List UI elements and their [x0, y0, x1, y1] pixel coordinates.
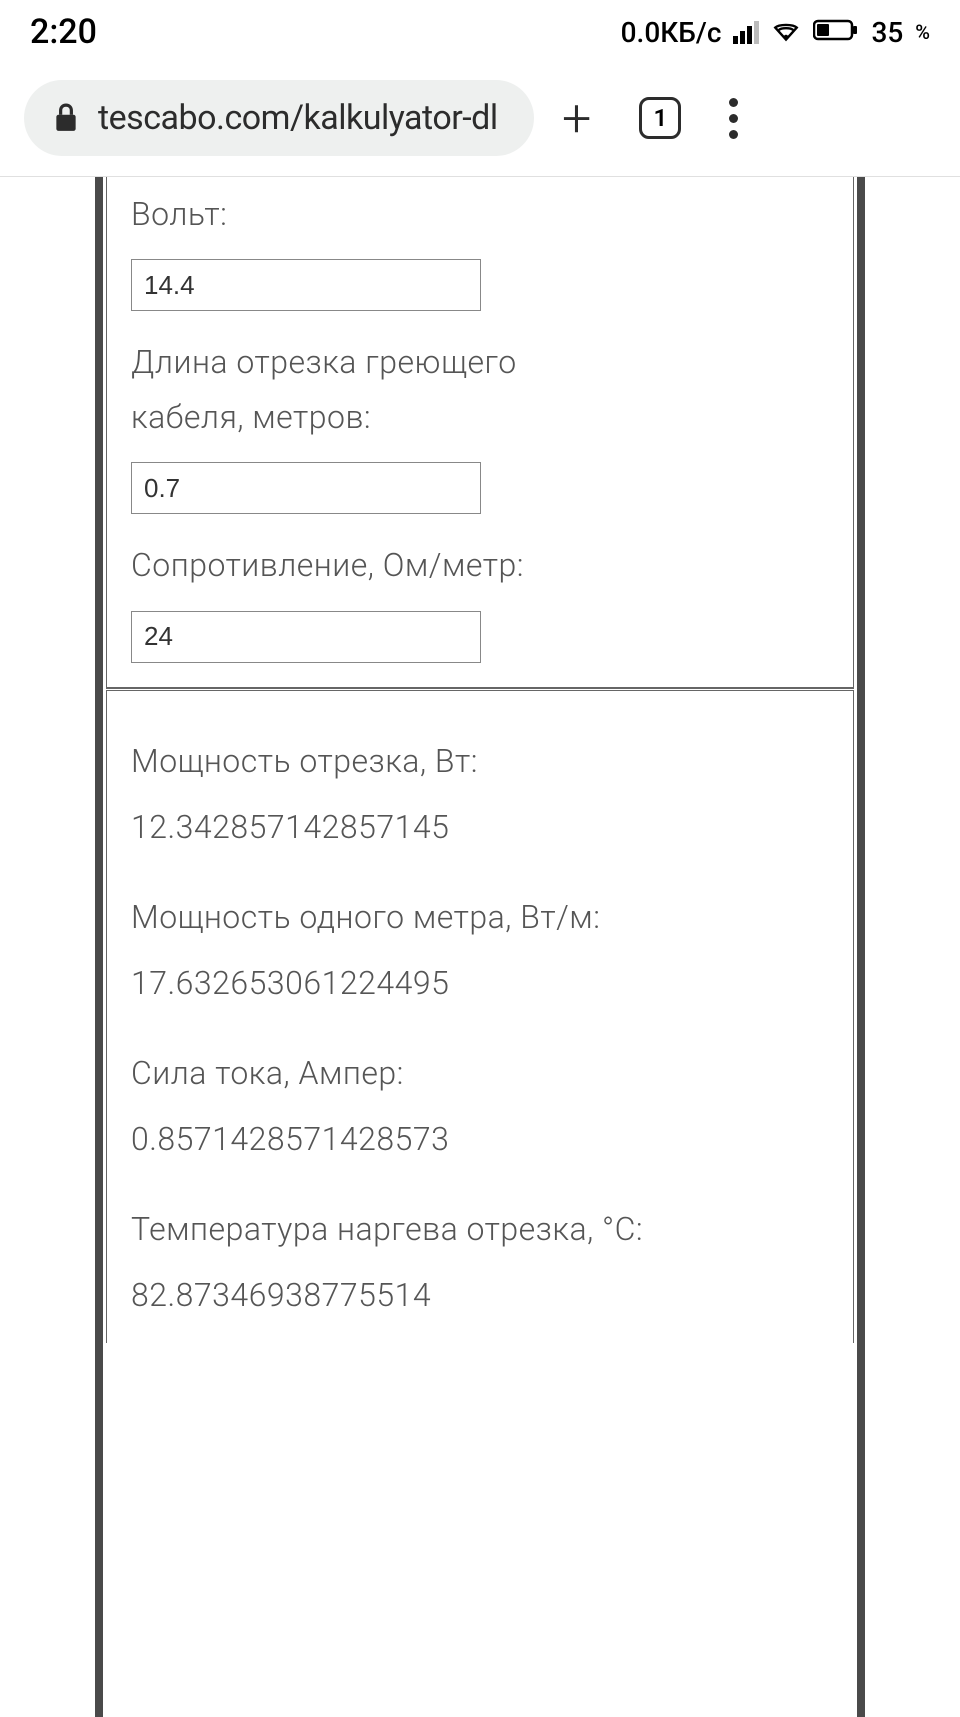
length-input[interactable]: [131, 462, 481, 514]
browser-actions: + 1: [562, 88, 738, 149]
battery-percent: 35: [871, 16, 903, 49]
length-label: Длина отрезка греющего кабеля, метров:: [131, 335, 561, 444]
current-label: Сила тока, Ампер:: [131, 1049, 829, 1097]
browser-toolbar: tescabo.com/kalkulyator-dl + 1: [0, 60, 960, 177]
url-bar[interactable]: tescabo.com/kalkulyator-dl: [24, 80, 534, 156]
voltage-label: Вольт:: [131, 187, 829, 241]
page-content: Вольт: Длина отрезка греющего кабеля, ме…: [0, 177, 960, 1717]
status-right: 0.0КБ/с 35 %: [621, 16, 930, 49]
results-panel: Мощность отрезка, Вт: 12.342857142857145…: [106, 691, 854, 1343]
resistance-input[interactable]: [131, 611, 481, 663]
tabs-button[interactable]: 1: [639, 97, 681, 139]
inputs-panel: Вольт: Длина отрезка греющего кабеля, ме…: [106, 177, 854, 687]
resistance-label: Сопротивление, Ом/метр:: [131, 538, 561, 592]
power-per-m-label: Мощность одного метра, Вт/м:: [131, 893, 829, 941]
tab-count: 1: [654, 104, 668, 132]
temp-label: Температура наргева отрезка, °С:: [131, 1205, 829, 1253]
signal-icon: [733, 21, 759, 44]
wifi-icon: [771, 16, 801, 49]
clock-time: 2:20: [30, 12, 97, 52]
network-speed: 0.0КБ/с: [621, 16, 722, 49]
status-bar: 2:20 0.0КБ/с 35 %: [0, 0, 960, 60]
current-value: 0.8571428571428573: [131, 1115, 829, 1163]
menu-button[interactable]: [729, 98, 738, 139]
lock-icon: [52, 103, 80, 133]
calculator-container: Вольт: Длина отрезка греющего кабеля, ме…: [95, 177, 865, 1717]
url-text: tescabo.com/kalkulyator-dl: [98, 98, 498, 138]
battery-icon: [813, 16, 859, 49]
power-label: Мощность отрезка, Вт:: [131, 737, 829, 785]
new-tab-button[interactable]: +: [562, 88, 591, 149]
power-per-m-value: 17.632653061224495: [131, 959, 829, 1007]
temp-value: 82.87346938775514: [131, 1271, 829, 1319]
power-value: 12.342857142857145: [131, 803, 829, 851]
voltage-input[interactable]: [131, 259, 481, 311]
percent-sign: %: [915, 20, 930, 44]
